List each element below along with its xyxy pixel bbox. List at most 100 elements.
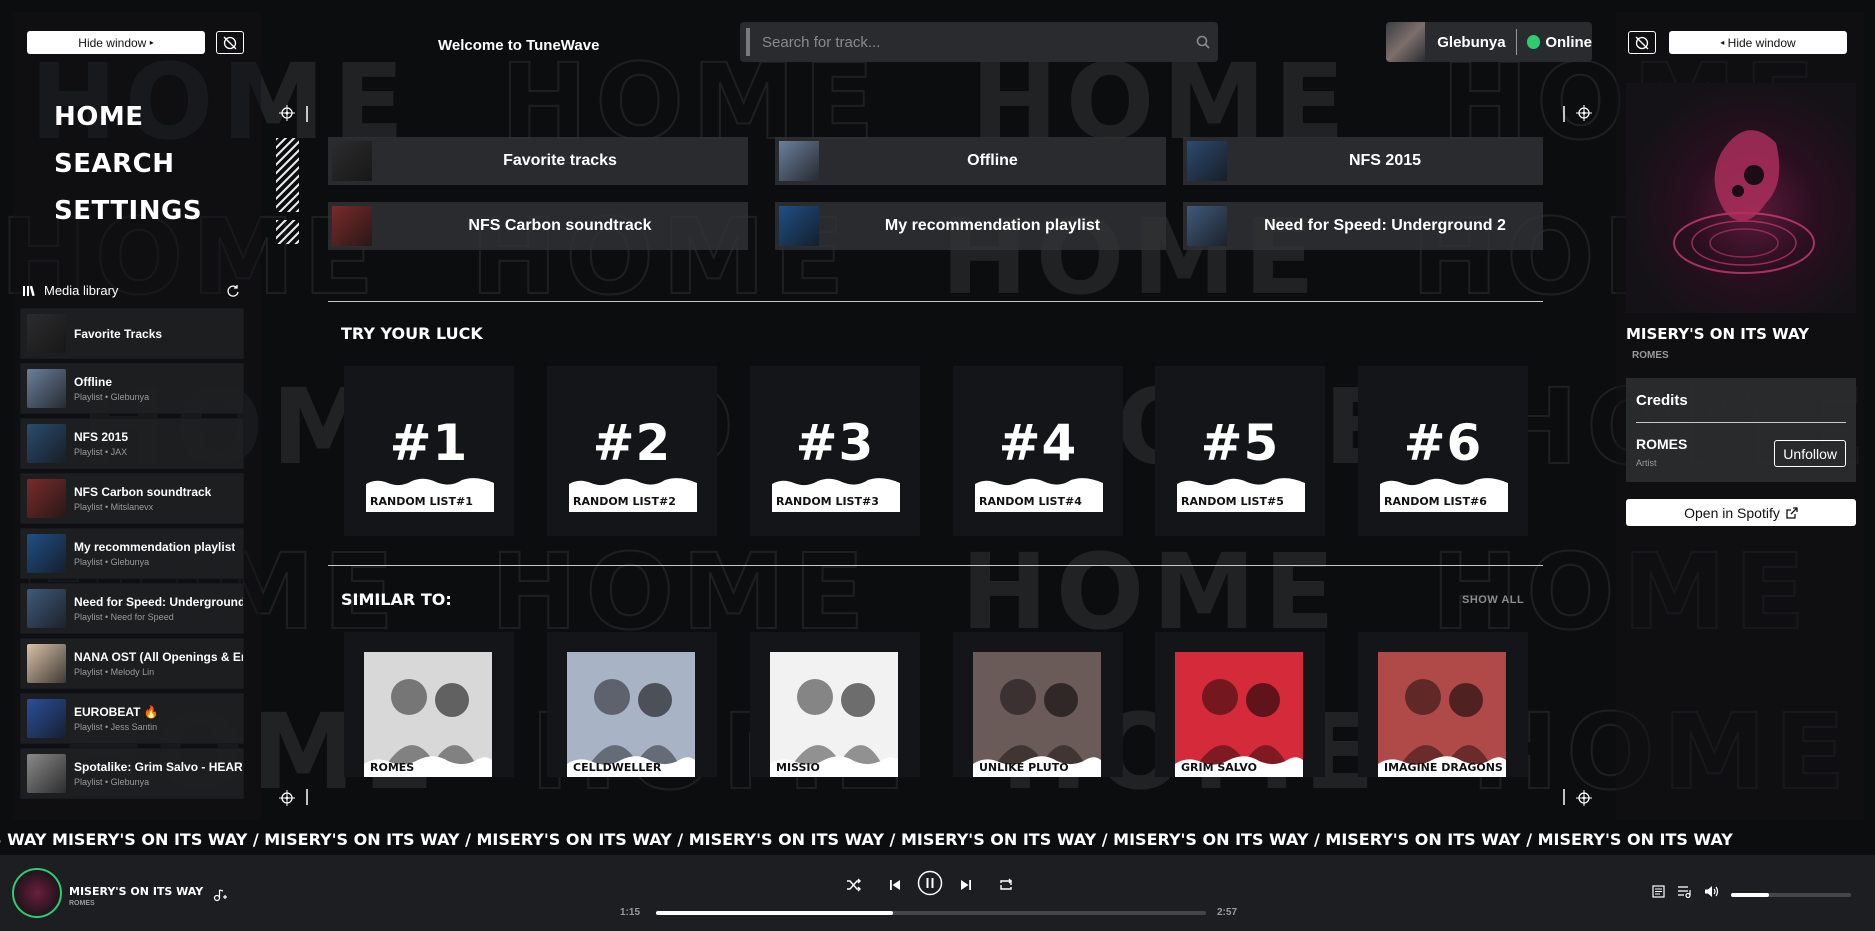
quick-access-card[interactable]: My recommendation playlist [775,202,1166,250]
library-refresh-icon[interactable] [226,284,240,303]
search-input[interactable]: Search for track... [740,22,1218,62]
artist-photo [770,652,898,777]
random-list-card[interactable]: #4 RANDOM LIST#4 [953,366,1123,536]
hide-icon-left-button[interactable] [216,31,244,54]
player-cover[interactable] [12,868,62,918]
playlist-cover [27,644,66,683]
credit-artist-name[interactable]: ROMES [1636,436,1687,452]
hide-window-left-button[interactable]: Hide window ▸ [27,31,205,54]
library-item-title: Offline [74,375,112,389]
library-item[interactable]: Favorite Tracks [20,308,244,359]
progress-bar[interactable] [656,911,1206,915]
library-item-text: My recommendation playlist Playlist • Gle… [74,540,235,567]
online-status-text: Online [1545,33,1592,51]
random-list-card[interactable]: #3 RANDOM LIST#3 [750,366,920,536]
open-in-spotify-button[interactable]: Open in Spotify [1626,499,1856,526]
hide-window-right-button[interactable]: ◂ Hide window [1669,31,1847,54]
quick-access-card[interactable]: Favorite tracks [328,137,748,185]
playlist-cover [27,314,66,353]
quick-access-card[interactable]: Need for Speed: Underground 2 [1183,202,1543,250]
similar-artist-card[interactable]: IMAGINE DRAGONS [1358,632,1528,777]
similar-artist-card[interactable]: ROMES [344,632,514,777]
quick-access-card[interactable]: NFS 2015 [1183,137,1543,185]
search-accent [746,28,750,56]
nav-search[interactable]: SEARCH [54,149,174,179]
library-item[interactable]: Spotalike: Grim Salvo - HEART OF DAR Play… [20,748,244,799]
random-list-card[interactable]: #5 RANDOM LIST#5 [1155,366,1325,536]
quick-access-card[interactable]: Offline [775,137,1166,185]
shuffle-icon[interactable] [846,878,862,892]
random-list-number: #5 [1200,414,1280,472]
library-item[interactable]: NANA OST (All Openings & Endings) Playlis… [20,638,244,689]
library-item[interactable]: Offline Playlist • Glebunya [20,363,244,414]
target-corner-icon [1560,785,1592,814]
library-item-subtitle: Playlist • JAX [74,447,128,457]
player-title[interactable]: MISERY'S ON ITS WAY [69,885,203,898]
hide-window-label: Hide window [1727,35,1796,50]
similar-artist-card[interactable]: UNLIKE PLUTO [953,632,1123,777]
library-item-title: Spotalike: Grim Salvo - HEART OF DAR [74,760,243,774]
bg-watermark-row: HOME HOME HOME HOME [19,531,1806,653]
library-item[interactable]: NFS 2015 Playlist • JAX [20,418,244,469]
pause-button[interactable] [917,870,943,896]
playlist-cover [779,206,819,246]
hide-window-label: Hide window [78,35,147,50]
random-list-card[interactable]: #2 RANDOM LIST#2 [547,366,717,536]
show-all-link[interactable]: SHOW ALL [1462,594,1524,606]
library-item[interactable]: EUROBEAT 🔥 Playlist • Jess Santin [20,693,244,744]
library-item-text: NANA OST (All Openings & Endings) Playlis… [74,650,243,677]
search-placeholder: Search for track... [762,33,881,51]
library-item-subtitle: Playlist • Mitslanevx [74,502,154,512]
playlist-cover [27,589,66,628]
previous-icon[interactable] [889,879,901,891]
hatch-decoration [276,220,299,244]
target-corner-icon [1560,102,1592,131]
random-list-number: #2 [592,414,672,472]
library-header: Media library [22,283,118,298]
user-chip[interactable]: Glebunya Online [1386,22,1592,62]
hatch-decoration [276,138,299,212]
volume-icon[interactable] [1704,885,1720,903]
volume-slider[interactable] [1731,893,1851,897]
hide-icon-right-button[interactable] [1628,31,1656,54]
unfollow-button[interactable]: Unfollow [1774,440,1846,467]
next-icon[interactable] [960,879,972,891]
playlist-cover [27,699,66,738]
time-current: 1:15 [620,907,641,918]
search-icon[interactable] [1188,35,1218,49]
add-to-playlist-icon[interactable] [212,888,228,907]
quick-access-card[interactable]: NFS Carbon soundtrack [328,202,748,250]
player-artist[interactable]: ROMES [69,900,95,907]
library-item[interactable]: Need for Speed: Underground 2 Playlist • … [20,583,244,634]
external-link-icon [1786,506,1798,519]
library-item[interactable]: My recommendation playlist Playlist • Gle… [20,528,244,579]
random-list-card[interactable]: #6 RANDOM LIST#6 [1358,366,1528,536]
open-spotify-label: Open in Spotify [1684,504,1780,521]
playlist-cover [332,206,372,246]
library-item-text: EUROBEAT 🔥 Playlist • Jess Santin [74,705,159,732]
library-item[interactable]: NFS Carbon soundtrack Playlist • Mitslane… [20,473,244,524]
lyrics-icon[interactable] [1652,885,1665,903]
now-playing-artist[interactable]: ROMES [1632,350,1669,361]
torn-paper-label: RANDOM LIST#6 [1380,476,1508,512]
nav-settings[interactable]: SETTINGS [54,196,202,226]
playlist-cover [27,479,66,518]
random-list-label: RANDOM LIST#6 [1384,495,1487,508]
random-list-number: #3 [795,414,875,472]
random-list-card[interactable]: #1 RANDOM LIST#1 [344,366,514,536]
repeat-icon[interactable] [998,878,1014,892]
library-item-text: Offline Playlist • Glebunya [74,375,149,402]
chevron-right-icon: ▸ [149,38,154,47]
progress-fill [656,911,893,915]
random-list-number: #1 [389,414,469,472]
queue-icon[interactable] [1677,885,1692,903]
similar-artist-card[interactable]: MISSIO [750,632,920,777]
library-item-subtitle: Playlist • Glebunya [74,777,150,787]
similar-artist-card[interactable]: GRIM SALVO [1155,632,1325,777]
torn-paper-label: RANDOM LIST#5 [1177,476,1305,512]
nav-home[interactable]: HOME [54,102,144,132]
divider [1636,422,1846,423]
welcome-text: Welcome to TuneWave [438,37,600,54]
random-list-label: RANDOM LIST#5 [1181,495,1284,508]
similar-artist-card[interactable]: CELLDWELLER [547,632,717,777]
